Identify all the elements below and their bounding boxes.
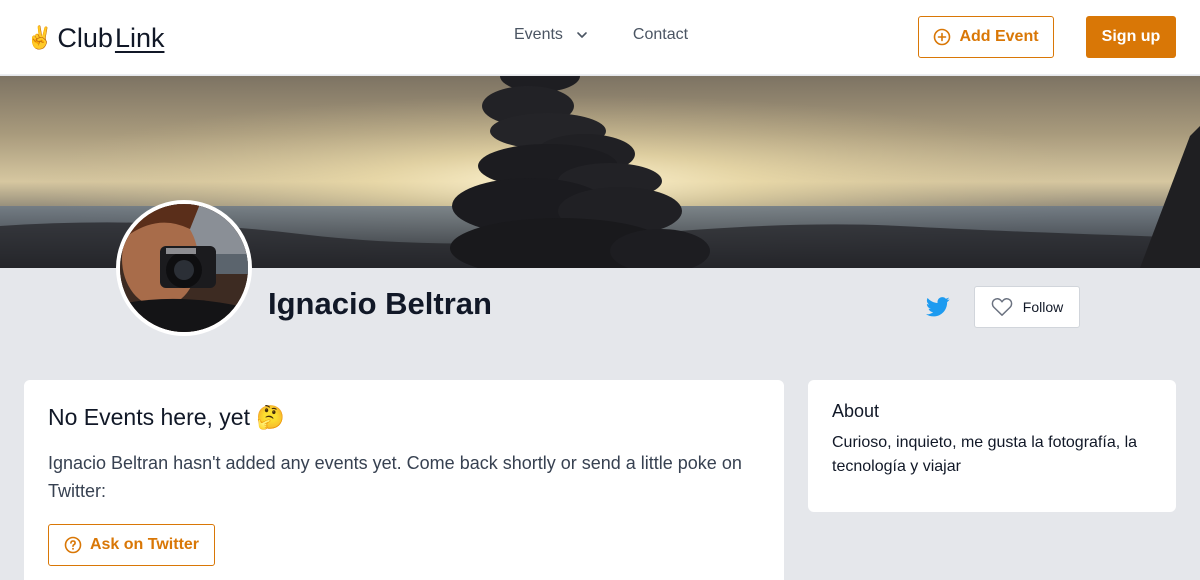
about-card-text: Curioso, inquieto, me gusta la fotografí… <box>832 434 1138 475</box>
nav-events-label: Events <box>514 26 563 43</box>
events-card-message: Ignacio Beltran hasn't added any events … <box>48 453 742 501</box>
sign-up-button[interactable]: Sign up <box>1086 16 1176 58</box>
add-event-label: Add Event <box>959 28 1039 45</box>
add-event-button[interactable]: Add Event <box>918 16 1054 58</box>
events-card-heading: No Events here, yet 🤔 <box>48 404 760 431</box>
events-card-title: No Events here, yet <box>48 404 250 430</box>
question-circle-icon <box>64 536 82 554</box>
clublink-logo[interactable]: ✌️ Club Link <box>26 22 164 54</box>
thinking-face-icon: 🤔 <box>256 404 285 430</box>
main-nav: Events Contact <box>514 26 688 44</box>
avatar-photo <box>120 204 248 332</box>
logo-text-club: Club <box>57 22 113 53</box>
nav-contact-link[interactable]: Contact <box>633 26 688 44</box>
events-card: No Events here, yet 🤔 Ignacio Beltran ha… <box>24 380 784 580</box>
profile-name: Ignacio Beltran <box>268 286 492 321</box>
plus-circle-icon <box>934 28 951 46</box>
logo-text-link: Link <box>114 22 165 53</box>
site-header: ✌️ Club Link Events Contact Add Event Sig… <box>0 0 1200 75</box>
nav-events-dropdown[interactable]: Events <box>514 26 589 44</box>
ask-on-twitter-label: Ask on Twitter <box>89 536 200 553</box>
nav-contact-label: Contact <box>632 26 689 43</box>
about-card: About Curioso, inquieto, me gusta la fot… <box>808 380 1176 512</box>
follow-label: Follow <box>1022 299 1064 315</box>
sign-up-label: Sign up <box>1101 28 1161 45</box>
victory-hand-icon: ✌️ <box>26 25 54 50</box>
ask-on-twitter-button[interactable]: Ask on Twitter <box>48 524 215 566</box>
profile-avatar <box>116 200 252 336</box>
follow-button[interactable]: Follow <box>974 286 1080 328</box>
heart-icon <box>991 298 1013 316</box>
twitter-icon[interactable] <box>926 296 950 318</box>
about-card-title: About <box>832 401 880 421</box>
chevron-down-icon <box>577 32 587 38</box>
